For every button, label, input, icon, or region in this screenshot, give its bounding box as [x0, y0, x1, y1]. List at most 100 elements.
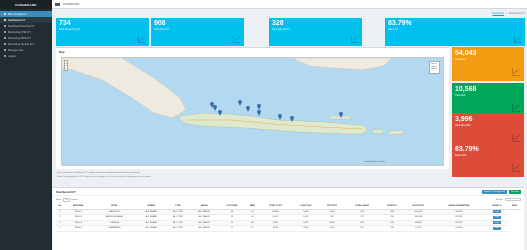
table-cell: 19 [245, 225, 259, 232]
circle-icon [4, 19, 6, 21]
map-marker-icon[interactable] [278, 114, 282, 120]
detail-button[interactable]: Detail [493, 226, 501, 230]
stat-card-selesai[interactable]: 328 Total Selesai ICT [269, 18, 362, 46]
side-box-value: 54,043 [455, 50, 477, 57]
brand-logo[interactable]: DASHBOARD [0, 0, 52, 9]
table-cell: 1,092 [319, 225, 345, 232]
chart-icon [351, 36, 359, 43]
side-box-total-aktif[interactable]: 10,568 Total Aktif [452, 83, 524, 117]
table-header: Dashboard ICT Export ICT (Data Agustus) … [53, 188, 524, 196]
chart-icon [512, 164, 520, 172]
chart-icon [514, 36, 522, 43]
circle-icon [4, 31, 6, 33]
sidebar: DASHBOARD Main Navigation Dashboard ICT … [0, 0, 52, 250]
sidebar-item-label: Dashboard ICT [8, 18, 26, 22]
sidebar-item-label: Dashboard Sentral ICT [8, 24, 35, 28]
table-cell: 11 [218, 225, 246, 232]
stat-card-rasio[interactable]: 83.79% Rasio ICT [385, 18, 525, 46]
table-cell: 8,694 [258, 225, 292, 232]
data-table: No. REGIONAL WITEL BRAND TYPE TAHUN OUT DONE BM… [56, 203, 521, 232]
menu-toggle-icon[interactable] [55, 2, 60, 6]
chart-icon [138, 36, 146, 43]
detail-button[interactable]: Detail [493, 215, 501, 219]
side-box-label: Total Aktif [455, 94, 466, 97]
notes: Data Last Update: Dashboard ICT is updat… [57, 171, 447, 179]
table-cell: TREG 3 [64, 225, 93, 232]
table-cell: KARAWANG [92, 225, 137, 232]
page-length-select[interactable]: 10 [63, 197, 70, 202]
layer-option[interactable]: Layer 3 [431, 68, 438, 71]
map-svg [62, 58, 405, 136]
stat-card-monitoring[interactable]: 734 Total Monitoring ICT [56, 18, 149, 46]
circle-icon [4, 37, 6, 39]
landmass-lombok [387, 129, 405, 136]
map-marker-icon[interactable] [213, 105, 217, 111]
table-row: 4 TREG 3 KARAWANG ALL BRAND ALL TYPE ALL TAHU… [56, 225, 521, 232]
circle-icon [4, 13, 6, 15]
map-marker-icon[interactable] [238, 100, 242, 106]
side-box-non-aktif[interactable]: 3,996 Total Non Aktif [452, 113, 524, 147]
sidebar-item-label: Manage User [8, 48, 24, 52]
stat-label: Total Selesai ICT [272, 28, 291, 31]
table-cell: 196 [379, 225, 405, 232]
side-box-total-aset[interactable]: 54,043 Total Aset [452, 47, 524, 81]
side-box-rasio[interactable]: 83.79% Rasio Aktif [452, 143, 524, 177]
breadcrumb: Dashboard › Dashboard ICT [52, 11, 525, 16]
table-cell: 357 [344, 225, 380, 232]
detail-button[interactable]: Detail [493, 210, 501, 214]
sidebar-item-label: Monitoring Sentral ICT [8, 42, 34, 46]
stat-value: 734 [59, 20, 71, 27]
table-cell: 2,016 [291, 225, 320, 232]
table-cell: ALL BRAND [136, 225, 166, 232]
topbar: DASHBOARD [52, 0, 527, 9]
note-line: Notes: Data displayed for ICT assets acr… [57, 176, 152, 178]
column-header[interactable]: AKSI [508, 203, 521, 210]
circle-icon [4, 43, 6, 45]
table-cell: 72,018 [404, 225, 433, 232]
sidebar-item-label: Main Navigation [8, 12, 27, 16]
stat-card-aset[interactable]: 908 Total Aset ICT [151, 18, 244, 46]
table-cell: Detail [485, 225, 509, 232]
print-button[interactable]: Print Data [509, 189, 521, 194]
chart-icon [512, 104, 520, 112]
side-box-label: Total Aset [455, 58, 466, 61]
table-cell: ALL TAHUN [190, 225, 219, 232]
landmass-bali [371, 128, 385, 135]
sidebar-item-label: Logout [8, 54, 16, 58]
side-box-value: 83.79% [455, 146, 479, 153]
map-title: Map [59, 50, 65, 54]
breadcrumb-link[interactable]: Dashboard [492, 12, 504, 15]
map-marker-icon[interactable] [257, 104, 261, 110]
map-canvas[interactable]: + − Layer 1 Layer 2 Layer 3 © OpenStreet… [61, 57, 444, 166]
map-marker-icon[interactable] [257, 110, 261, 116]
sidebar-item-label: Monitoring BTS ICT [8, 36, 31, 40]
table-cell: 4 [56, 225, 65, 232]
stat-label: Rasio ICT [388, 28, 399, 31]
detail-button[interactable]: Detail [493, 221, 501, 225]
map-marker-icon[interactable] [246, 106, 250, 112]
zoom-out-button[interactable]: − [65, 65, 67, 70]
table-title: Dashboard ICT [56, 189, 76, 194]
page-length-control: Show 10 entries [56, 197, 78, 202]
landmass-kalimantan [291, 58, 393, 71]
search-label: Search: [495, 199, 504, 202]
table-panel: Dashboard ICT Export ICT (Data Agustus) … [53, 187, 524, 250]
table-body: 1 TREG 1 BANDUNG ALL BRAND ALL TYPE ALL TAHUN… [56, 209, 521, 232]
sidebar-item-label: Monitoring ATM ICT [8, 30, 31, 34]
landmass-madura [327, 115, 353, 120]
circle-icon [4, 49, 6, 51]
show-label: Show [56, 198, 62, 201]
breadcrumb-current: Dashboard ICT [508, 12, 525, 15]
sidebar-nav: Main Navigation Dashboard ICT Dashboard … [0, 9, 52, 59]
side-box-label: Total Non Aktif [455, 124, 471, 127]
layer-control[interactable]: Layer 1 Layer 2 Layer 3 [429, 61, 440, 74]
export-button[interactable]: Export ICT (Data Agustus) [482, 189, 507, 194]
stat-label: Total Aset ICT [154, 28, 169, 31]
sidebar-item-logout[interactable]: Logout [0, 53, 52, 59]
map-attribution: © OpenStreetMap contributors [363, 162, 385, 163]
stat-label: Total Monitoring ICT [59, 28, 81, 31]
zoom-control: + − [64, 60, 68, 71]
stat-value: 328 [272, 20, 284, 27]
search-input[interactable] [505, 197, 521, 201]
chart-icon [233, 36, 241, 43]
